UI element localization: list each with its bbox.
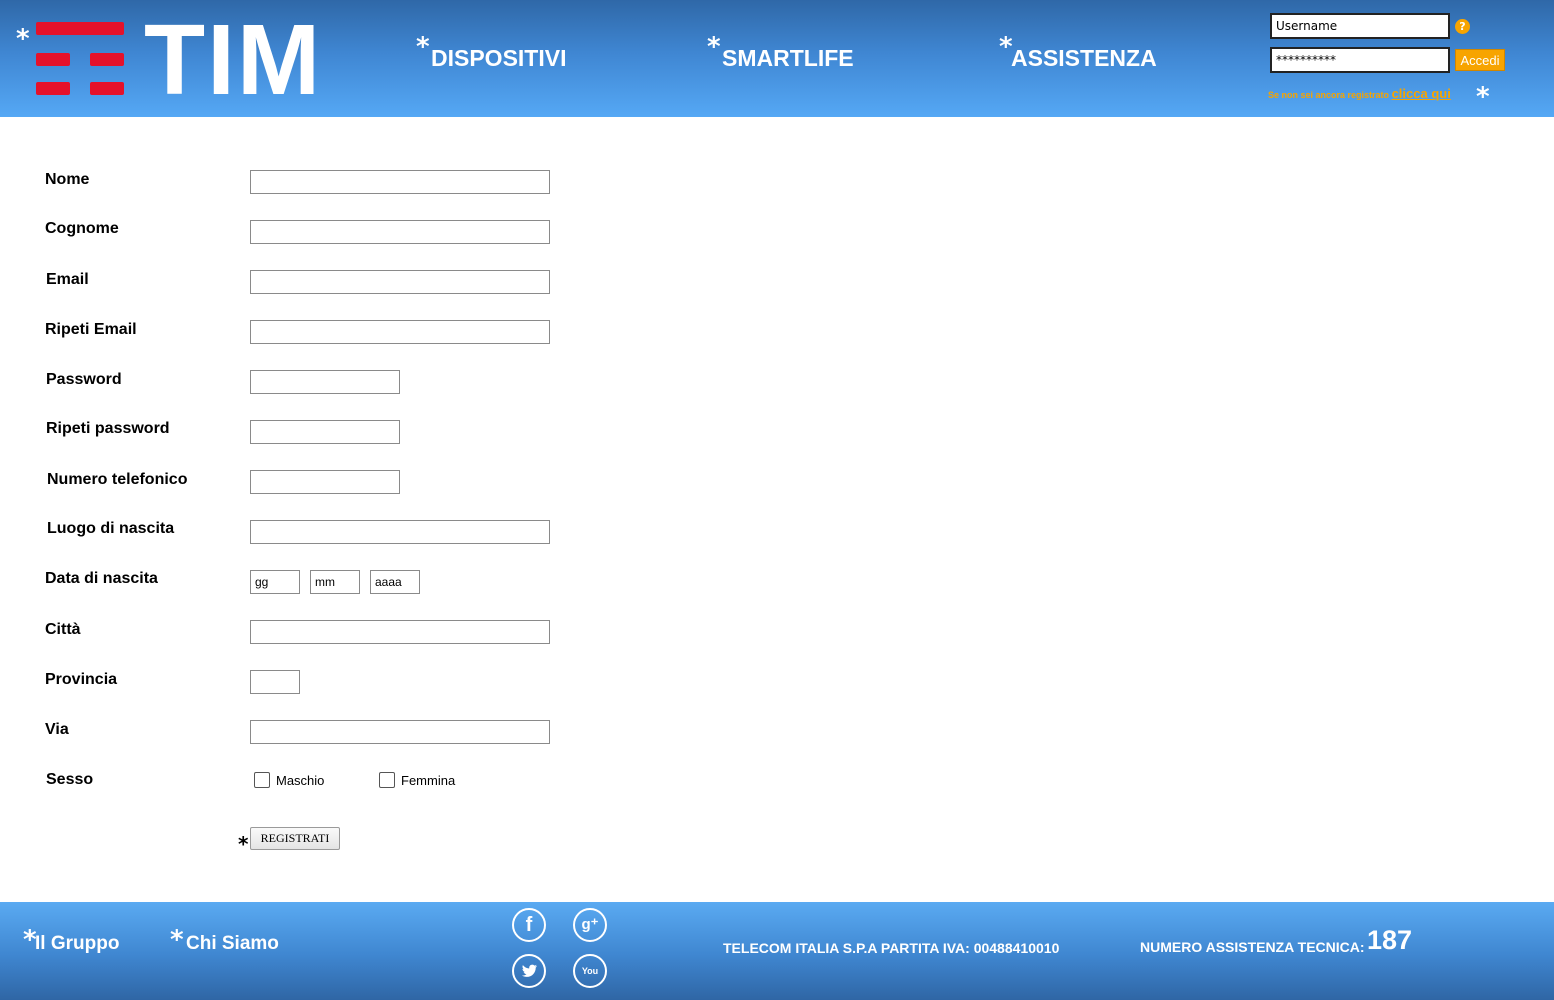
register-link[interactable]: clicca qui (1392, 86, 1451, 101)
support-number: 187 (1367, 925, 1413, 955)
citta-input[interactable] (250, 620, 550, 644)
marker-asterisk: * (16, 24, 30, 54)
registrati-button[interactable]: REGISTRATI (250, 827, 340, 850)
birth-year-input[interactable] (370, 570, 420, 594)
birth-month-input[interactable] (310, 570, 360, 594)
label-via: Via (45, 721, 69, 738)
twitter-icon[interactable] (512, 954, 546, 988)
password-input[interactable] (1270, 47, 1450, 73)
nome-input[interactable] (250, 170, 550, 194)
telefono-input[interactable] (250, 470, 400, 494)
marker-asterisk: * (416, 32, 430, 62)
youtube-icon[interactable]: You (573, 954, 607, 988)
via-input[interactable] (250, 720, 550, 744)
label-numero-telefonico: Numero telefonico (47, 471, 188, 488)
label-ripeti-password: Ripeti password (46, 420, 170, 437)
nav-assistenza[interactable]: ASSISTENZA (1011, 45, 1157, 72)
label-provincia: Provincia (45, 671, 118, 688)
marker-asterisk: * (1476, 82, 1490, 112)
maschio-checkbox[interactable] (254, 772, 270, 788)
ripeti-email-input[interactable] (250, 320, 550, 344)
facebook-icon[interactable]: f (512, 908, 546, 942)
username-input[interactable] (1270, 13, 1450, 39)
birth-day-input[interactable] (250, 570, 300, 594)
help-icon[interactable]: ? (1455, 19, 1470, 34)
label-sesso: Sesso (46, 771, 94, 788)
luogo-nascita-input[interactable] (250, 520, 550, 544)
support-label: NUMERO ASSISTENZA TECNICA: (1140, 939, 1365, 955)
login-button[interactable]: Accedi (1455, 49, 1505, 71)
label-email: Email (46, 271, 89, 288)
provincia-input[interactable] (250, 670, 300, 694)
footer-link-il-gruppo[interactable]: Il Gruppo (35, 933, 119, 955)
tim-logo-mark-icon[interactable] (36, 22, 126, 96)
nav-smartlife[interactable]: SMARTLIFE (722, 45, 854, 72)
tim-logo[interactable]: TIM (144, 10, 322, 110)
marker-asterisk: * (707, 32, 721, 62)
company-info: TELECOM ITALIA S.P.A PARTITA IVA: 004884… (723, 940, 1060, 956)
marker-asterisk: * (170, 925, 184, 955)
google-plus-icon[interactable]: g⁺ (573, 908, 607, 942)
label-luogo-nascita: Luogo di nascita (47, 520, 175, 537)
site-header: * TIM * DISPOSITIVI * SMARTLIFE * ASSIST… (0, 0, 1554, 117)
label-password: Password (46, 371, 122, 388)
cognome-input[interactable] (250, 220, 550, 244)
register-hint-text: Se non sei ancora registrato (1268, 90, 1390, 100)
label-citta: Città (45, 621, 81, 638)
label-nome: Nome (45, 171, 90, 188)
maschio-label: Maschio (276, 773, 325, 788)
email-input[interactable] (250, 270, 550, 294)
label-data-nascita: Data di nascita (45, 570, 158, 587)
femmina-label: Femmina (401, 773, 456, 788)
password-field[interactable] (250, 370, 400, 394)
register-hint: Se non sei ancora registrato clicca qui (1268, 86, 1451, 101)
femmina-checkbox[interactable] (379, 772, 395, 788)
marker-asterisk: * (238, 832, 249, 856)
label-ripeti-email: Ripeti Email (45, 321, 137, 338)
nav-dispositivi[interactable]: DISPOSITIVI (431, 45, 566, 72)
ripeti-password-field[interactable] (250, 420, 400, 444)
label-cognome: Cognome (45, 220, 119, 237)
footer-link-chi-siamo[interactable]: Chi Siamo (186, 933, 279, 955)
